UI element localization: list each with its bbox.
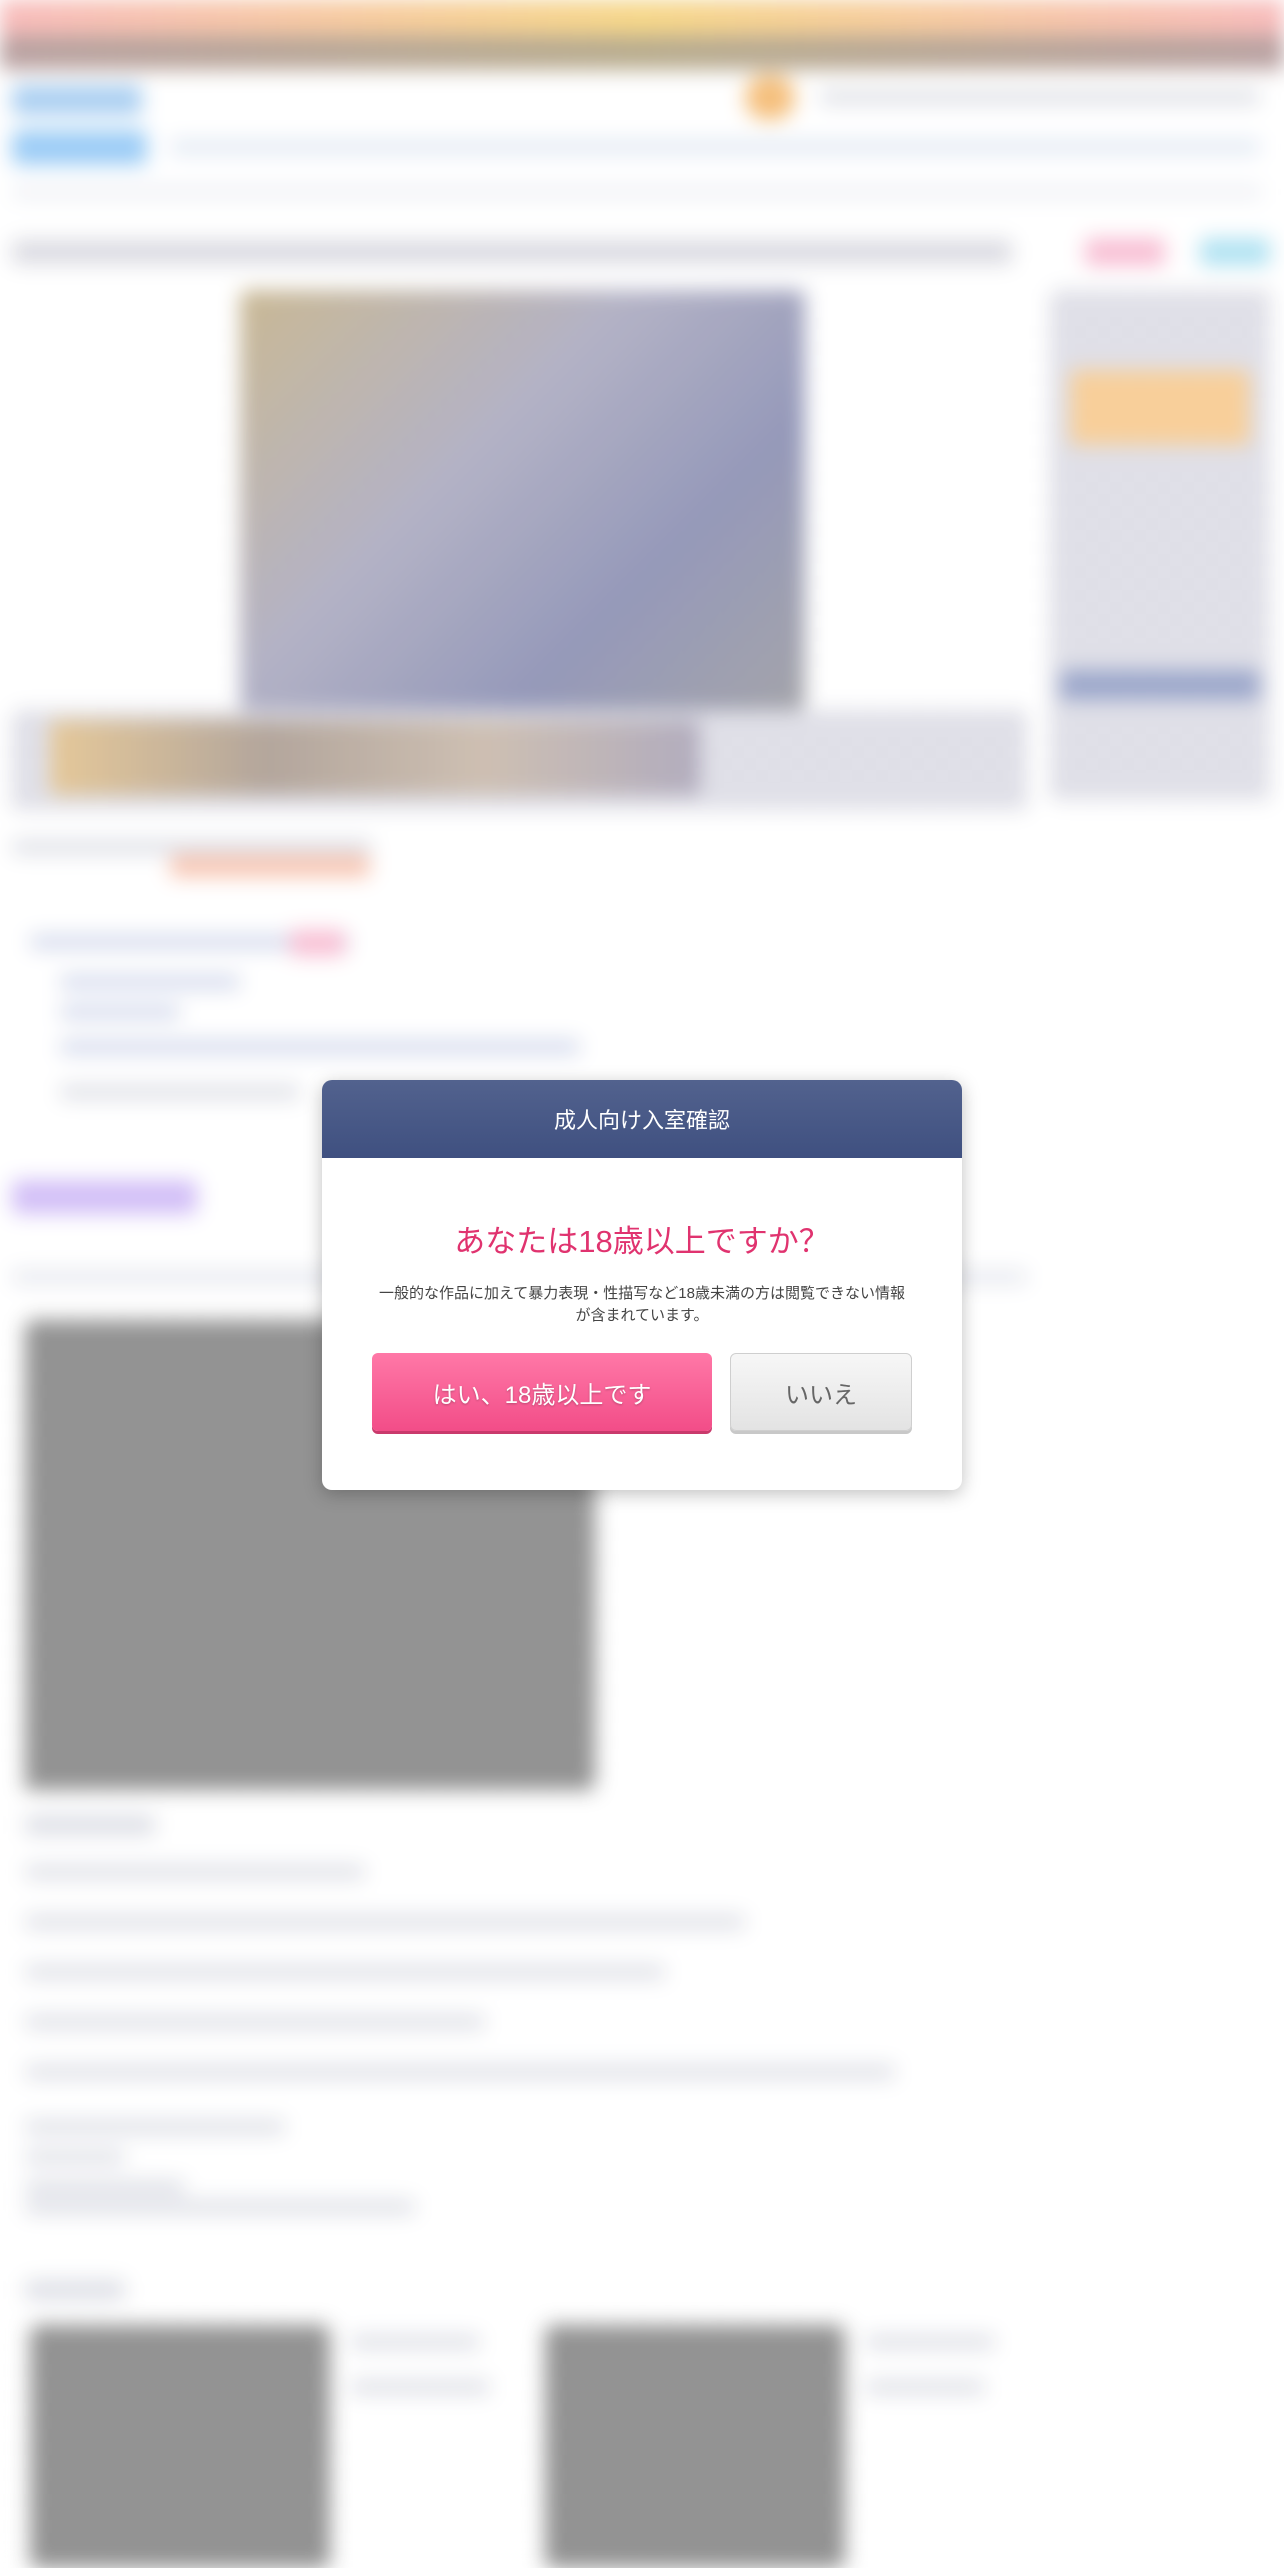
modal-body: あなたは18歳以上ですか？ 一般的な作品に加えて暴力表現・性描写など18歳未満の… <box>322 1216 962 1431</box>
age-confirmation-modal: 成人向け入室確認 あなたは18歳以上ですか？ 一般的な作品に加えて暴力表現・性描… <box>322 1080 962 1490</box>
page: 成人向け入室確認 あなたは18歳以上ですか？ 一般的な作品に加えて暴力表現・性描… <box>0 0 1284 2568</box>
confirm-adult-button[interactable]: はい、18歳以上です <box>372 1353 712 1431</box>
age-question: あなたは18歳以上ですか？ <box>454 1224 830 1259</box>
modal-title: 成人向け入室確認 <box>322 1080 962 1158</box>
content-warning-text: 一般的な作品に加えて暴力表現・性描写など18歳未満の方は閲覧できない情報が含まれ… <box>379 1285 905 1324</box>
decline-button[interactable]: いいえ <box>730 1353 912 1431</box>
modal-button-row: はい、18歳以上です いいえ <box>372 1353 912 1431</box>
